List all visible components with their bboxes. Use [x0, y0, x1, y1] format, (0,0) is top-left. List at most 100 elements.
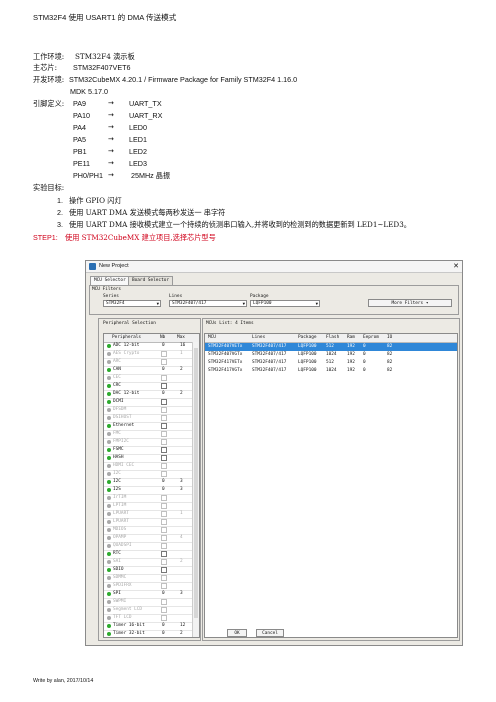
- chevron-down-icon: ▼: [315, 301, 318, 306]
- tab-board-selector[interactable]: Board Selector: [128, 276, 174, 285]
- peripheral-name: I2C: [113, 479, 121, 484]
- status-dot-icon: [107, 584, 111, 588]
- peripheral-max: 1: [180, 351, 183, 356]
- peripheral-nb[interactable]: 0: [162, 591, 165, 596]
- mcu-cell: LQFP100: [298, 368, 317, 373]
- peripheral-checkbox[interactable]: [161, 439, 167, 445]
- scrollbar-thumb[interactable]: [194, 348, 198, 618]
- peripheral-checkbox[interactable]: [161, 511, 167, 517]
- peripheral-nb[interactable]: 0: [162, 623, 165, 628]
- peripheral-checkbox[interactable]: [161, 407, 167, 413]
- status-dot-icon: [107, 400, 111, 404]
- peripheral-row[interactable]: Timer 32-bit 0 2: [104, 630, 194, 637]
- peripheral-checkbox[interactable]: [161, 447, 167, 453]
- peripheral-name: ADC 12-bit: [113, 343, 140, 348]
- app-icon: [89, 263, 96, 270]
- mcu-cell: 1024: [326, 352, 337, 357]
- peripheral-checkbox[interactable]: [161, 415, 167, 421]
- window-title: New Project: [99, 263, 129, 269]
- peripheral-checkbox[interactable]: [161, 527, 167, 533]
- peripheral-checkbox[interactable]: [161, 599, 167, 605]
- status-dot-icon: [107, 448, 111, 452]
- peripheral-checkbox[interactable]: [161, 551, 167, 557]
- peripheral-checkbox[interactable]: [161, 399, 167, 405]
- dev-value: STM32CubeMX 4.20.1 / Firmware Package fo…: [69, 75, 298, 84]
- status-dot-icon: [107, 544, 111, 548]
- peripheral-checkbox[interactable]: [161, 423, 167, 429]
- status-dot-icon: [107, 632, 111, 636]
- peripheral-name: CAN: [113, 367, 121, 372]
- package-select[interactable]: LQFP100 ▼: [250, 300, 320, 307]
- env-label: 工作环境:: [33, 52, 65, 61]
- peripheral-checkbox[interactable]: [161, 567, 167, 573]
- peripheral-nb[interactable]: 0: [162, 631, 165, 636]
- mcu-cell: 192: [347, 344, 355, 349]
- chevron-down-icon: ▼: [242, 301, 245, 306]
- ok-button[interactable]: OK: [227, 629, 247, 637]
- peripheral-nb[interactable]: 0: [162, 479, 165, 484]
- peripheral-checkbox[interactable]: [161, 615, 167, 621]
- pin-function: LED0: [129, 123, 147, 132]
- peripheral-checkbox[interactable]: [161, 519, 167, 525]
- series-select[interactable]: STM32F4 ▼: [103, 300, 161, 307]
- lines-select[interactable]: STM32F407/417 ▼: [169, 300, 247, 307]
- status-dot-icon: [107, 568, 111, 572]
- status-dot-icon: [107, 352, 111, 356]
- peripheral-name: Timer 16-bit: [113, 623, 145, 628]
- peripheral-checkbox[interactable]: [161, 503, 167, 509]
- pin-name: PA4: [73, 123, 87, 132]
- peripheral-checkbox[interactable]: [161, 575, 167, 581]
- goal-number: 1.: [57, 196, 63, 205]
- mcu-cell: 0: [363, 352, 366, 357]
- window-titlebar: New Project ✕: [86, 261, 462, 273]
- peripheral-checkbox[interactable]: [161, 431, 167, 437]
- mcu-row[interactable]: STM32F407VETx STM32F407/417 LQFP100 512 192 0…: [205, 343, 457, 351]
- peripheral-name: SAI: [113, 559, 121, 564]
- peripheral-nb[interactable]: 0: [162, 391, 165, 396]
- mcu-row[interactable]: STM32F417VGTx STM32F407/417 LQFP100 1024 192…: [205, 367, 457, 375]
- goal-number: 3.: [57, 220, 63, 229]
- close-icon[interactable]: ✕: [453, 262, 459, 270]
- peripheral-name: OPAMP: [113, 535, 127, 540]
- peripheral-checkbox[interactable]: [161, 543, 167, 549]
- peripheral-checkbox[interactable]: [161, 559, 167, 565]
- col-eeprom: Eeprom: [363, 335, 379, 340]
- pin-name: PE11: [73, 159, 91, 168]
- peripheral-max: 3: [180, 487, 183, 492]
- peripheral-checkbox[interactable]: [161, 383, 167, 389]
- mcu-row[interactable]: STM32F407VGTx STM32F407/417 LQFP100 1024 192…: [205, 351, 457, 359]
- peripheral-nb[interactable]: 0: [162, 487, 165, 492]
- more-filters-button[interactable]: More Filters ▾: [368, 299, 452, 307]
- col-package: Package: [298, 335, 317, 340]
- peripheral-checkbox[interactable]: [161, 359, 167, 365]
- status-dot-icon: [107, 440, 111, 444]
- mcu-cell: 82: [387, 368, 393, 373]
- peripheral-scrollbar[interactable]: [192, 342, 199, 637]
- peripheral-checkbox[interactable]: [161, 535, 167, 541]
- peripheral-checkbox[interactable]: [161, 463, 167, 469]
- pin-function: LED3: [129, 159, 147, 168]
- mcu-cell: STM32F407/417: [252, 344, 287, 349]
- goal-text: 使用 UART DMA 发送模式每两秒发送一 串字符: [69, 208, 226, 217]
- peripheral-checkbox[interactable]: [161, 351, 167, 357]
- mcu-cell: STM32F417VETx: [208, 360, 243, 365]
- peripheral-checkbox[interactable]: [161, 495, 167, 501]
- pin-function: 25MHz 晶振: [131, 171, 171, 180]
- mcu-cell: 192: [347, 352, 355, 357]
- peripheral-checkbox[interactable]: [161, 471, 167, 477]
- cancel-button[interactable]: Cancel: [256, 629, 284, 637]
- mcu-cell: STM32F417VGTx: [208, 368, 243, 373]
- footer-text: Write by alan, 2017/10/14: [33, 678, 94, 684]
- step-label: STEP1:: [33, 233, 58, 242]
- peripheral-nb[interactable]: 0: [162, 367, 165, 372]
- peripheral-max: 2: [180, 631, 183, 636]
- peripheral-nb[interactable]: 0: [162, 343, 165, 348]
- peripheral-checkbox[interactable]: [161, 455, 167, 461]
- mcu-row[interactable]: STM32F417VETx STM32F407/417 LQFP100 512 192 0…: [205, 359, 457, 367]
- peripheral-checkbox[interactable]: [161, 607, 167, 613]
- peripheral-checkbox[interactable]: [161, 375, 167, 381]
- tab-mcu-selector[interactable]: MCU Selector: [90, 276, 130, 285]
- peripheral-name: Segment LCD: [113, 607, 143, 612]
- mcu-cell: 192: [347, 360, 355, 365]
- peripheral-checkbox[interactable]: [161, 583, 167, 589]
